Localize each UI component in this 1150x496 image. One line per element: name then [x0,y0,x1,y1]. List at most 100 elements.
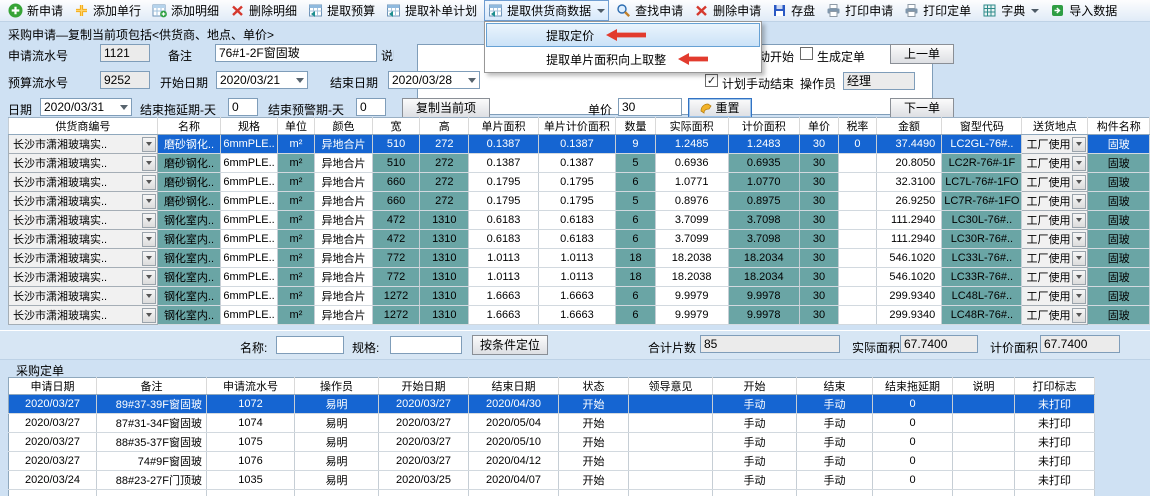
width-cell[interactable]: 510 [372,154,419,173]
start-mode-cell[interactable]: 手动 [713,433,797,452]
reset-button[interactable]: 重置 [688,98,752,118]
supplier-cell[interactable]: 长沙市潇湘玻璃实.. [9,192,158,211]
delivery-cell[interactable]: 工厂使用 [1022,268,1088,287]
end-date-cell[interactable]: 2020/04/30 [469,395,559,414]
billing-area-cell[interactable]: 9.9978 [728,287,799,306]
order-row[interactable]: 2020/03/27 74#9F窗固玻 1076 易明 2020/03/27 2… [9,452,1095,471]
delete-request-button[interactable]: 删除申请 [690,0,765,21]
unit-cell[interactable]: m² [277,135,315,154]
height-cell[interactable]: 272 [420,192,469,211]
chevron-down-icon[interactable] [142,232,156,247]
supplier-cell[interactable]: 长沙市潇湘玻璃实.. [9,173,158,192]
start-date-cell[interactable]: 2020/03/27 [379,414,469,433]
request-no-cell[interactable]: 1075 [207,433,295,452]
end-delay-cell[interactable] [873,490,953,496]
end-date-cell[interactable]: 2020/05/10 [469,433,559,452]
delete-detail-button[interactable]: 删除明细 [226,0,301,21]
leader-opinion-cell[interactable] [629,414,713,433]
height-cell[interactable]: 1310 [420,230,469,249]
print-flag-cell[interactable]: 未打印 [1015,471,1095,490]
actual-area-cell[interactable]: 1.2485 [655,135,728,154]
supplier-cell[interactable]: 长沙市潇湘玻璃实.. [9,135,158,154]
component-cell[interactable]: 固玻 [1088,268,1150,287]
name-filter-input[interactable] [276,336,344,354]
unit-price-cell[interactable]: 30 [799,135,838,154]
find-request-button[interactable]: 查找申请 [612,0,687,21]
request-no-cell[interactable]: 1076 [207,452,295,471]
generate-order-checkbox[interactable] [800,47,813,60]
height-cell[interactable]: 272 [420,173,469,192]
operator-cell[interactable]: 易明 [295,452,379,471]
piece-billing-area-cell[interactable]: 0.1387 [538,154,616,173]
supplier-cell[interactable]: 长沙市潇湘玻璃实.. [9,287,158,306]
delivery-cell[interactable]: 工厂使用 [1022,230,1088,249]
end-mode-cell[interactable] [797,490,873,496]
print-request-button[interactable]: 打印申请 [822,0,897,21]
request-date-cell[interactable] [9,490,97,496]
end-delay-cell[interactable]: 0 [873,471,953,490]
chevron-down-icon[interactable] [142,270,156,285]
spec-cell[interactable]: 6mmPLE.. [221,135,277,154]
chevron-down-icon[interactable] [142,175,156,190]
end-mode-cell[interactable]: 手动 [797,414,873,433]
piece-area-cell[interactable]: 1.0113 [469,249,538,268]
spec-cell[interactable]: 6mmPLE.. [221,249,277,268]
name-cell[interactable]: 钢化室内.. [157,287,221,306]
start-date-cell[interactable] [379,490,469,496]
chevron-down-icon[interactable] [142,137,156,152]
tax-rate-cell[interactable] [839,192,877,211]
unit-cell[interactable]: m² [277,230,315,249]
billing-area-cell[interactable]: 18.2034 [728,268,799,287]
piece-area-cell[interactable]: 0.6183 [469,211,538,230]
color-cell[interactable]: 异地合片 [315,249,373,268]
name-cell[interactable]: 磨砂钢化.. [157,173,221,192]
locate-by-condition-button[interactable]: 按条件定位 [472,335,548,355]
status-cell[interactable]: 开始 [559,471,629,490]
qty-cell[interactable]: 18 [616,268,655,287]
piece-billing-area-cell[interactable]: 1.0113 [538,249,616,268]
end-delay-field[interactable]: 0 [228,98,258,116]
unit-cell[interactable]: m² [277,249,315,268]
amount-cell[interactable]: 299.9340 [876,287,942,306]
actual-area-cell[interactable]: 18.2038 [655,249,728,268]
unit-price-cell[interactable]: 30 [799,287,838,306]
amount-cell[interactable]: 546.1020 [876,268,942,287]
window-code-cell[interactable]: LC2GL-76#.. [942,135,1022,154]
detail-row[interactable]: 长沙市潇湘玻璃实.. 钢化室内.. 6mmPLE.. m² 异地合片 472 1… [9,230,1150,249]
component-cell[interactable]: 固玻 [1088,173,1150,192]
unit-price-cell[interactable]: 30 [799,192,838,211]
leader-opinion-cell[interactable] [629,395,713,414]
chevron-down-icon[interactable] [1072,251,1086,266]
actual-area-cell[interactable]: 3.7099 [655,211,728,230]
height-cell[interactable]: 272 [420,135,469,154]
end-date-cell[interactable]: 2020/04/12 [469,452,559,471]
remark-cell[interactable] [97,490,207,496]
chevron-down-icon[interactable] [1072,308,1086,323]
unit-price-cell[interactable]: 30 [799,268,838,287]
piece-area-cell[interactable]: 0.1387 [469,154,538,173]
status-cell[interactable]: 开始 [559,414,629,433]
supplier-cell[interactable]: 长沙市潇湘玻璃实.. [9,154,158,173]
end-delay-cell[interactable]: 0 [873,395,953,414]
qty-cell[interactable]: 6 [616,230,655,249]
width-cell[interactable]: 772 [372,249,419,268]
tax-rate-cell[interactable] [839,306,877,325]
window-code-cell[interactable]: LC33L-76#.. [942,249,1022,268]
width-cell[interactable]: 1272 [372,287,419,306]
extract-supplement-plan-button[interactable]: 提取补单计划 [382,0,481,21]
billing-area-cell[interactable]: 9.9978 [728,306,799,325]
billing-area-cell[interactable]: 18.2034 [728,249,799,268]
request-no-cell[interactable] [207,490,295,496]
color-cell[interactable]: 异地合片 [315,154,373,173]
unit-cell[interactable]: m² [277,192,315,211]
amount-cell[interactable]: 37.4490 [876,135,942,154]
qty-cell[interactable]: 6 [616,211,655,230]
print-flag-cell[interactable] [1015,490,1095,496]
remark-field[interactable]: 76#1-2F窗固玻 [215,44,377,62]
delivery-cell[interactable]: 工厂使用 [1022,249,1088,268]
request-no-cell[interactable]: 1072 [207,395,295,414]
height-cell[interactable]: 1310 [420,306,469,325]
save-button[interactable]: 存盘 [768,0,819,21]
dictionary-button[interactable]: 字典 [978,0,1043,21]
width-cell[interactable]: 772 [372,268,419,287]
